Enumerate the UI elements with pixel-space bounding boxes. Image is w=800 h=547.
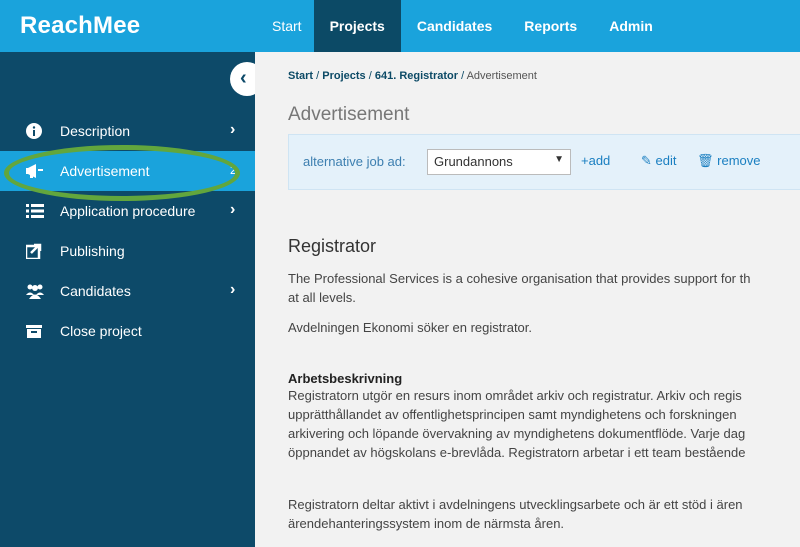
section-line: upprätthållandet av offentlighetsprincip… bbox=[288, 407, 737, 422]
breadcrumb-separator: / bbox=[368, 70, 372, 82]
section-line: öppnandet av högskolans e-brevlåda. Regi… bbox=[288, 445, 746, 460]
edit-button[interactable]: ✎ edit bbox=[641, 153, 677, 169]
sidebar-item-label: Application procedure bbox=[60, 203, 196, 219]
share-icon bbox=[24, 243, 44, 261]
alt-job-ad-select[interactable]: Grundannons ▼ bbox=[427, 149, 571, 175]
trash-icon: 🗑 bbox=[697, 153, 714, 168]
archive-icon bbox=[26, 323, 44, 339]
alternative-job-ad-panel: alternative job ad: Grundannons ▼ +add ✎… bbox=[288, 134, 800, 190]
sidebar-item-label: Description bbox=[60, 123, 131, 139]
breadcrumb-start[interactable]: Start bbox=[288, 70, 313, 82]
sidebar-item-publishing[interactable]: Publishing bbox=[0, 231, 255, 271]
nav-start[interactable]: Start bbox=[260, 0, 314, 52]
document-title: Registrator bbox=[288, 236, 377, 256]
info-icon bbox=[26, 123, 44, 139]
list-icon bbox=[26, 203, 44, 219]
edit-label: edit bbox=[655, 153, 677, 168]
chevron-right-icon: › bbox=[230, 121, 236, 138]
breadcrumb-separator: / bbox=[461, 70, 465, 82]
add-button[interactable]: +add bbox=[581, 153, 610, 168]
nav-admin[interactable]: Admin bbox=[593, 0, 669, 52]
department-line: Avdelningen Ekonomi söker en registrator… bbox=[288, 320, 533, 335]
sidebar-item-label: Candidates bbox=[60, 283, 131, 299]
breadcrumb-projects[interactable]: Projects bbox=[322, 70, 365, 82]
remove-button[interactable]: 🗑 remove bbox=[697, 153, 761, 169]
section-line: arkivering och löpande övervakning av my… bbox=[288, 426, 746, 441]
sidebar-item-label: Advertisement bbox=[60, 163, 150, 179]
final-line: Registratorn deltar aktivt i avdelningen… bbox=[288, 497, 743, 512]
alt-job-ad-value: Grundannons bbox=[434, 154, 513, 169]
alt-job-ad-label: alternative job ad: bbox=[303, 154, 406, 169]
section-heading: Arbetsbeskrivning bbox=[288, 371, 403, 386]
logo: ReachMee bbox=[20, 12, 141, 39]
nav-reports[interactable]: Reports bbox=[508, 0, 593, 52]
sidebar-item-close-project[interactable]: Close project bbox=[0, 311, 255, 351]
megaphone-icon bbox=[26, 163, 44, 179]
sidebar-item-label: Close project bbox=[60, 323, 142, 339]
chevron-down-icon: ▼ bbox=[554, 154, 564, 165]
nav-projects[interactable]: Projects bbox=[313, 0, 401, 52]
chevron-right-icon: › bbox=[230, 281, 236, 298]
sidebar-item-label: Publishing bbox=[60, 243, 125, 259]
section-line: Registratorn utgör en resurs inom område… bbox=[288, 388, 742, 403]
remove-label: remove bbox=[717, 153, 761, 168]
page-title: Advertisement bbox=[288, 104, 410, 125]
intro-line: The Professional Services is a cohesive … bbox=[288, 271, 751, 286]
sidebar: Description › Advertisement 2 Applicatio… bbox=[0, 52, 264, 547]
intro-line: at all levels. bbox=[288, 290, 356, 305]
breadcrumb-project[interactable]: 641. Registrator bbox=[375, 70, 458, 82]
count-badge: 2 bbox=[230, 163, 237, 177]
users-icon bbox=[26, 283, 44, 299]
top-nav: Start Projects Candidates Reports Admin bbox=[260, 0, 669, 52]
breadcrumb-separator: / bbox=[316, 70, 320, 82]
sidebar-item-description[interactable]: Description › bbox=[0, 111, 255, 151]
nav-candidates[interactable]: Candidates bbox=[401, 0, 508, 52]
sidebar-item-application-procedure[interactable]: Application procedure › bbox=[0, 191, 255, 231]
breadcrumb-current: Advertisement bbox=[466, 70, 537, 82]
sidebar-item-advertisement[interactable]: Advertisement 2 bbox=[0, 151, 255, 191]
final-line: ärendehanteringssystem inom de närmsta å… bbox=[288, 516, 565, 531]
edit-icon: ✎ bbox=[641, 153, 652, 168]
sidebar-item-candidates[interactable]: Candidates › bbox=[0, 271, 255, 311]
top-bar: ReachMee Start Projects Candidates Repor… bbox=[0, 0, 800, 52]
breadcrumb: Start / Projects / 641. Registrator / Ad… bbox=[288, 70, 537, 82]
chevron-right-icon: › bbox=[230, 201, 236, 218]
